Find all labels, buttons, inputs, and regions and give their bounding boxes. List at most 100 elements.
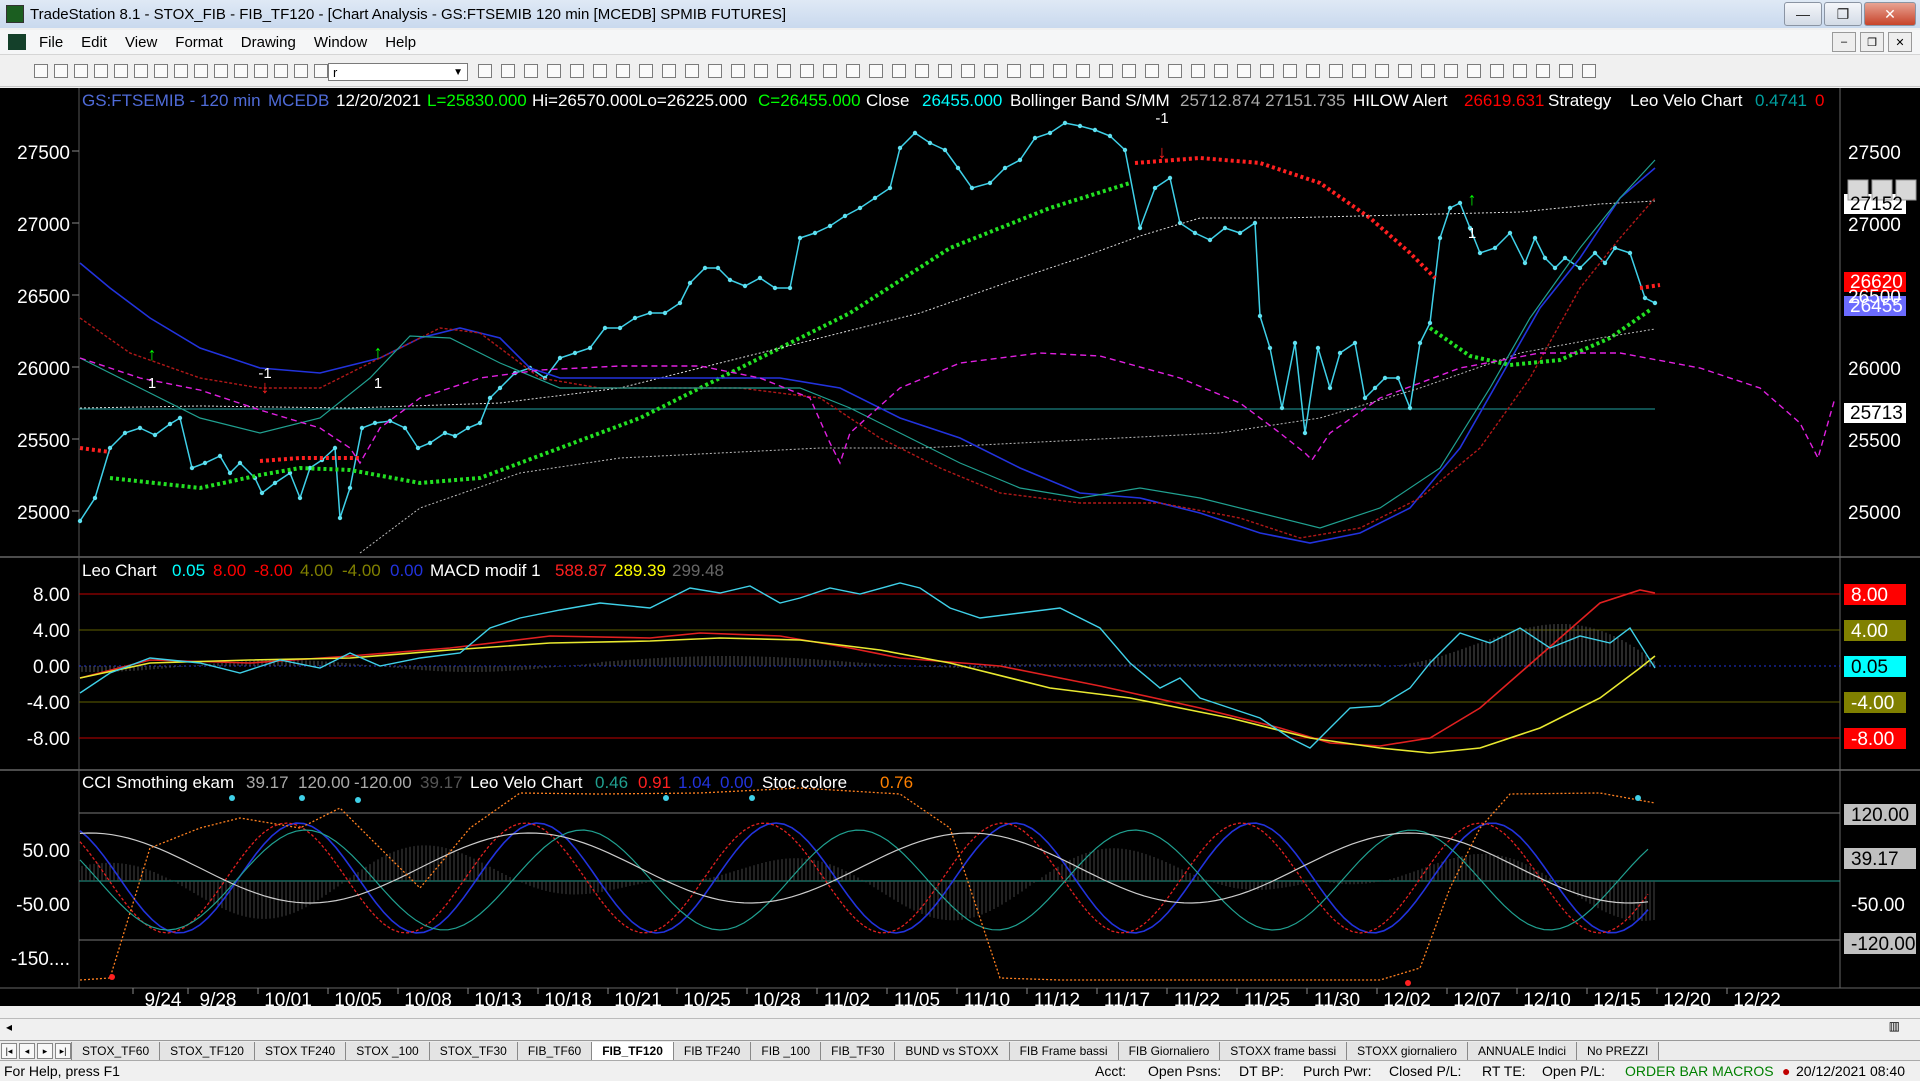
toolbar-button-42[interactable] (1099, 64, 1113, 78)
toolbar-button-24[interactable] (685, 64, 699, 78)
toolbar-button-30[interactable] (823, 64, 837, 78)
tab-bund-vs-stoxx[interactable]: BUND vs STOXX (894, 1042, 1010, 1061)
toolbar-button-54[interactable] (1375, 64, 1389, 78)
toolbar-button-47[interactable] (1214, 64, 1228, 78)
toolbar-button-38[interactable] (1007, 64, 1021, 78)
toolbar-button-0[interactable] (34, 64, 48, 78)
toolbar-button-56[interactable] (1421, 64, 1435, 78)
toolbar-button-6[interactable] (154, 64, 168, 78)
toolbar-button-41[interactable] (1076, 64, 1090, 78)
toolbar-button-21[interactable] (616, 64, 630, 78)
menu-drawing[interactable]: Drawing (232, 34, 305, 51)
menu-file[interactable]: File (30, 34, 72, 51)
toolbar-button-28[interactable] (777, 64, 791, 78)
toolbar-button-3[interactable] (94, 64, 108, 78)
toolbar-button-13[interactable] (294, 64, 308, 78)
toolbar-button-44[interactable] (1145, 64, 1159, 78)
tab-prev-icon[interactable]: ◂ (19, 1043, 35, 1059)
tab-fib-100[interactable]: FIB _100 (750, 1042, 822, 1061)
toolbar-button-35[interactable] (938, 64, 952, 78)
toolbar-button-49[interactable] (1260, 64, 1274, 78)
menu-help[interactable]: Help (376, 34, 425, 51)
toolbar-button-61[interactable] (1536, 64, 1550, 78)
mdi-restore-button[interactable]: ❐ (1860, 32, 1884, 52)
toolbar-button-58[interactable] (1467, 64, 1481, 78)
tab-fib-tf60[interactable]: FIB_TF60 (516, 1042, 593, 1061)
mdi-minimize-button[interactable]: – (1832, 32, 1856, 52)
toolbar-button-62[interactable] (1559, 64, 1573, 78)
toolbar-button-26[interactable] (731, 64, 745, 78)
tab-fib-tf30[interactable]: FIB_TF30 (820, 1042, 896, 1061)
toolbar-button-40[interactable] (1053, 64, 1067, 78)
tab-fib-tf240[interactable]: FIB TF240 (672, 1042, 752, 1061)
toolbar-button-59[interactable] (1490, 64, 1504, 78)
tab-stox-tf60[interactable]: STOX_TF60 (71, 1042, 161, 1061)
toolbar-button-12[interactable] (274, 64, 288, 78)
tab-annuale-indici[interactable]: ANNUALE Indici (1466, 1042, 1577, 1061)
toolbar-button-7[interactable] (174, 64, 188, 78)
tab-next-icon[interactable]: ▸ (37, 1043, 53, 1059)
toolbar-button-4[interactable] (114, 64, 128, 78)
toolbar-button-25[interactable] (708, 64, 722, 78)
symbol-input[interactable]: r ▼ (328, 63, 468, 81)
toolbar-button-45[interactable] (1168, 64, 1182, 78)
toolbar-button-57[interactable] (1444, 64, 1458, 78)
menu-view[interactable]: View (116, 34, 166, 51)
toolbar-button-43[interactable] (1122, 64, 1136, 78)
toolbar-button-27[interactable] (754, 64, 768, 78)
minimize-button[interactable]: — (1784, 2, 1822, 26)
toolbar-button-53[interactable] (1352, 64, 1366, 78)
chart-window-icon[interactable] (8, 34, 26, 50)
toolbar-button-15[interactable] (478, 64, 492, 78)
toolbar-button-2[interactable] (74, 64, 88, 78)
toolbar-button-16[interactable] (501, 64, 515, 78)
toolbar-button-5[interactable] (134, 64, 148, 78)
toolbar-button-60[interactable] (1513, 64, 1527, 78)
toolbar-button-39[interactable] (1030, 64, 1044, 78)
tab-fib-tf120[interactable]: FIB_TF120 (591, 1042, 674, 1061)
close-button[interactable]: ✕ (1864, 2, 1916, 26)
mdi-close-button[interactable]: ✕ (1888, 32, 1912, 52)
tab-last-icon[interactable]: ▸| (55, 1043, 71, 1059)
toolbar-button-36[interactable] (961, 64, 975, 78)
toolbar-button-1[interactable] (54, 64, 68, 78)
toolbar-button-10[interactable] (234, 64, 248, 78)
tab-stoxx-giornaliero[interactable]: STOXX giornaliero (1346, 1042, 1468, 1061)
toolbar-button-37[interactable] (984, 64, 998, 78)
toolbar-button-34[interactable] (915, 64, 929, 78)
toolbar-button-18[interactable] (547, 64, 561, 78)
toolbar-button-32[interactable] (869, 64, 883, 78)
tab-stox-tf240[interactable]: STOX TF240 (253, 1042, 347, 1061)
scroll-thumb[interactable]: ▥ (1889, 1019, 1900, 1033)
tab-stox-100[interactable]: STOX _100 (345, 1042, 430, 1061)
toolbar-button-50[interactable] (1283, 64, 1297, 78)
chart-analysis-area[interactable]: GS:FTSEMIB - 120 min MCEDB 12/20/2021 L=258… (0, 88, 1920, 1011)
toolbar-button-19[interactable] (570, 64, 584, 78)
menu-window[interactable]: Window (305, 34, 376, 51)
toolbar-button-31[interactable] (846, 64, 860, 78)
menu-edit[interactable]: Edit (72, 34, 116, 51)
tab-first-icon[interactable]: |◂ (1, 1043, 17, 1059)
toolbar-button-9[interactable] (214, 64, 228, 78)
tab-no-prezzi[interactable]: No PREZZI (1575, 1042, 1660, 1061)
tab-stox-tf30[interactable]: STOX_TF30 (428, 1042, 518, 1061)
toolbar-button-17[interactable] (524, 64, 538, 78)
toolbar-button-22[interactable] (639, 64, 653, 78)
toolbar-button-8[interactable] (194, 64, 208, 78)
tab-fib-frame-bassi[interactable]: FIB Frame bassi (1008, 1042, 1119, 1061)
scroll-left-icon[interactable]: ◂ (6, 1020, 12, 1034)
menu-format[interactable]: Format (166, 34, 232, 51)
toolbar-button-52[interactable] (1329, 64, 1343, 78)
toolbar-button-55[interactable] (1398, 64, 1412, 78)
toolbar-button-48[interactable] (1237, 64, 1251, 78)
maximize-button[interactable]: ❐ (1824, 2, 1862, 26)
toolbar-button-23[interactable] (662, 64, 676, 78)
tab-stoxx-frame-bassi[interactable]: STOXX frame bassi (1219, 1042, 1348, 1061)
toolbar-button-51[interactable] (1306, 64, 1320, 78)
toolbar-button-29[interactable] (800, 64, 814, 78)
toolbar-button-14[interactable] (314, 64, 328, 78)
toolbar-button-33[interactable] (892, 64, 906, 78)
tab-fib-giornaliero[interactable]: FIB Giornaliero (1117, 1042, 1221, 1061)
chart-canvas[interactable]: GS:FTSEMIB - 120 min MCEDB 12/20/2021 L=258… (0, 88, 1920, 1011)
tab-stox-tf120[interactable]: STOX_TF120 (159, 1042, 255, 1061)
